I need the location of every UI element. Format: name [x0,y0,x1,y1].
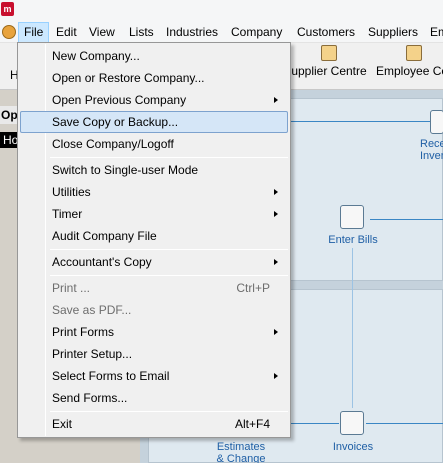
app-logo-icon: m [1,2,14,16]
menu-edit[interactable]: Edit [51,22,82,43]
menu-item-print-forms[interactable]: Print Forms [20,321,288,343]
quickbooks-icon[interactable] [2,25,16,39]
menu-item-save-copy-backup[interactable]: Save Copy or Backup... [20,111,288,133]
submenu-arrow-icon [274,373,278,379]
submenu-arrow-icon [274,259,278,265]
flow-line [291,423,339,424]
menu-item-send-forms[interactable]: Send Forms... [20,387,288,409]
receive-inventory-icon[interactable] [430,110,443,134]
employee-centre-icon [406,45,422,61]
supplier-centre-icon [321,45,337,61]
menu-bar: File Edit View Lists Industries Company … [0,22,443,43]
menu-item-audit-company-file[interactable]: Audit Company File [20,225,288,247]
menu-item-open-previous-company[interactable]: Open Previous Company [20,89,288,111]
menu-view[interactable]: View [84,22,120,43]
menu-item-select-forms-email[interactable]: Select Forms to Email [20,365,288,387]
flow-line [370,219,443,220]
menu-item-close-company-logoff[interactable]: Close Company/Logoff [20,133,288,155]
menu-separator [50,275,288,276]
estimates-label[interactable]: Estimates & Change [210,441,272,463]
supplier-centre-label: upplier Centre [291,64,367,78]
receive-inventory-label[interactable]: Rece Inver [420,138,443,162]
supplier-centre-button[interactable]: upplier Centre [289,45,369,87]
menu-customers[interactable]: Customers [292,22,360,43]
menu-item-new-company[interactable]: New Company... [20,45,288,67]
menu-item-accountants-copy[interactable]: Accountant's Copy [20,251,288,273]
employee-centre-button[interactable]: Employee Ce [376,45,443,87]
exit-shortcut: Alt+F4 [234,417,270,431]
menu-separator [50,411,288,412]
menu-item-utilities[interactable]: Utilities [20,181,288,203]
menu-separator [50,249,288,250]
menu-item-exit[interactable]: Exit Alt+F4 [20,413,288,435]
menu-employees[interactable]: Em [425,22,443,43]
submenu-arrow-icon [274,97,278,103]
menu-separator [50,157,288,158]
invoices-label[interactable]: Invoices [326,441,380,453]
menu-item-switch-single-user[interactable]: Switch to Single-user Mode [20,159,288,181]
menu-item-printer-setup[interactable]: Printer Setup... [20,343,288,365]
submenu-arrow-icon [274,189,278,195]
employee-centre-label: Employee Ce [376,64,443,78]
enter-bills-label[interactable]: Enter Bills [322,234,384,246]
title-bar: m [0,0,443,22]
file-menu-dropdown: New Company... Open or Restore Company..… [17,42,291,438]
invoices-icon[interactable] [340,411,364,435]
flow-line [352,248,353,408]
menu-item-open-restore-company[interactable]: Open or Restore Company... [20,67,288,89]
menu-file[interactable]: File [18,22,50,43]
submenu-arrow-icon [274,329,278,335]
menu-suppliers[interactable]: Suppliers [363,22,423,43]
menu-company[interactable]: Company [226,22,287,43]
submenu-arrow-icon [274,211,278,217]
enter-bills-icon[interactable] [340,205,364,229]
menu-item-print[interactable]: Print ... Ctrl+P [20,277,288,299]
print-shortcut: Ctrl+P [236,281,270,295]
menu-item-save-as-pdf[interactable]: Save as PDF... [20,299,288,321]
menu-industries[interactable]: Industries [161,22,223,43]
menu-item-timer[interactable]: Timer [20,203,288,225]
flow-line [290,121,430,122]
flow-line [366,423,443,424]
menu-lists[interactable]: Lists [124,22,159,43]
